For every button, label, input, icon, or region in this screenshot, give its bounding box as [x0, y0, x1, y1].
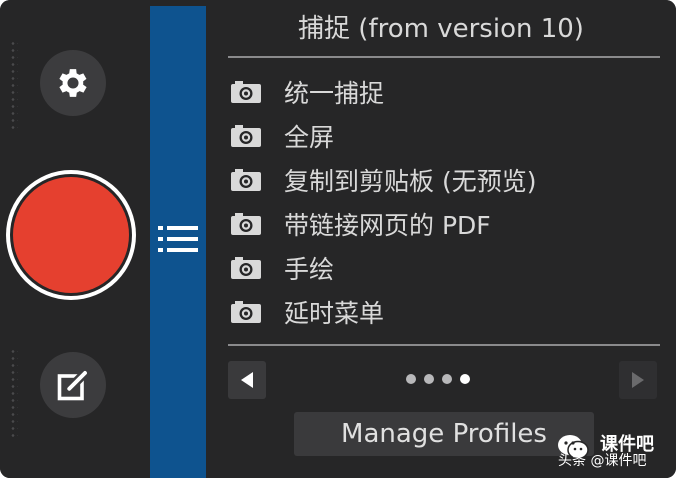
record-icon — [13, 177, 129, 293]
menu-item-label: 全屏 — [284, 123, 335, 152]
menu-item-fullscreen[interactable]: 全屏 — [228, 114, 660, 158]
page-dot-active[interactable] — [460, 374, 470, 384]
capture-menu-panel: 捕捉 (from version 10) 统一捕捉 全屏 复制到剪贴板 (无预览… — [206, 0, 676, 478]
list-icon — [158, 226, 198, 252]
triangle-right-icon — [632, 372, 644, 388]
next-page-button[interactable] — [619, 361, 657, 399]
page-indicator — [406, 372, 486, 386]
panel-title: 捕捉 (from version 10) — [298, 14, 584, 44]
camera-icon — [231, 169, 261, 191]
watermark: 课件吧 头条 @课件吧 — [556, 426, 676, 472]
menu-toggle-bar[interactable] — [150, 6, 206, 478]
left-control-strip — [0, 0, 150, 478]
capture-menu: 统一捕捉 全屏 复制到剪贴板 (无预览) 带链接网页的 PDF 手绘 延时菜单 — [228, 70, 660, 334]
previous-page-button[interactable] — [228, 361, 266, 399]
page-dot[interactable] — [442, 374, 452, 384]
menu-item-copy-to-clipboard[interactable]: 复制到剪贴板 (无预览) — [228, 158, 660, 202]
menu-item-label: 手绘 — [284, 255, 335, 284]
camera-icon — [231, 257, 261, 279]
menu-item-label: 复制到剪贴板 (无预览) — [284, 167, 537, 196]
menu-item-freehand[interactable]: 手绘 — [228, 246, 660, 290]
menu-item-delayed-menu[interactable]: 延时菜单 — [228, 290, 660, 334]
settings-button[interactable] — [40, 50, 106, 116]
drag-handle-top[interactable] — [10, 40, 18, 132]
title-divider — [228, 56, 660, 58]
manage-profiles-button[interactable]: Manage Profiles — [294, 412, 594, 456]
menu-item-unified-capture[interactable]: 统一捕捉 — [228, 70, 660, 114]
menu-item-label: 统一捕捉 — [284, 79, 385, 108]
menu-item-pdf-with-links[interactable]: 带链接网页的 PDF — [228, 202, 660, 246]
camera-icon — [231, 301, 261, 323]
camera-icon — [231, 213, 261, 235]
record-ring — [10, 174, 132, 296]
watermark-caption: 头条 @课件吧 — [558, 453, 647, 469]
editor-button[interactable] — [40, 352, 106, 418]
menu-item-label: 延时菜单 — [284, 299, 385, 328]
menu-item-label: 带链接网页的 PDF — [284, 211, 491, 240]
drag-handle-bottom[interactable] — [10, 348, 18, 440]
camera-icon — [231, 125, 261, 147]
triangle-left-icon — [241, 372, 253, 388]
camera-icon — [231, 81, 261, 103]
page-dot[interactable] — [406, 374, 416, 384]
bottom-divider — [228, 344, 660, 346]
page-dot[interactable] — [424, 374, 434, 384]
edit-icon — [57, 369, 89, 401]
capture-window: 捕捉 (from version 10) 统一捕捉 全屏 复制到剪贴板 (无预览… — [0, 0, 676, 478]
record-button[interactable] — [6, 170, 136, 300]
gear-icon — [59, 69, 87, 97]
